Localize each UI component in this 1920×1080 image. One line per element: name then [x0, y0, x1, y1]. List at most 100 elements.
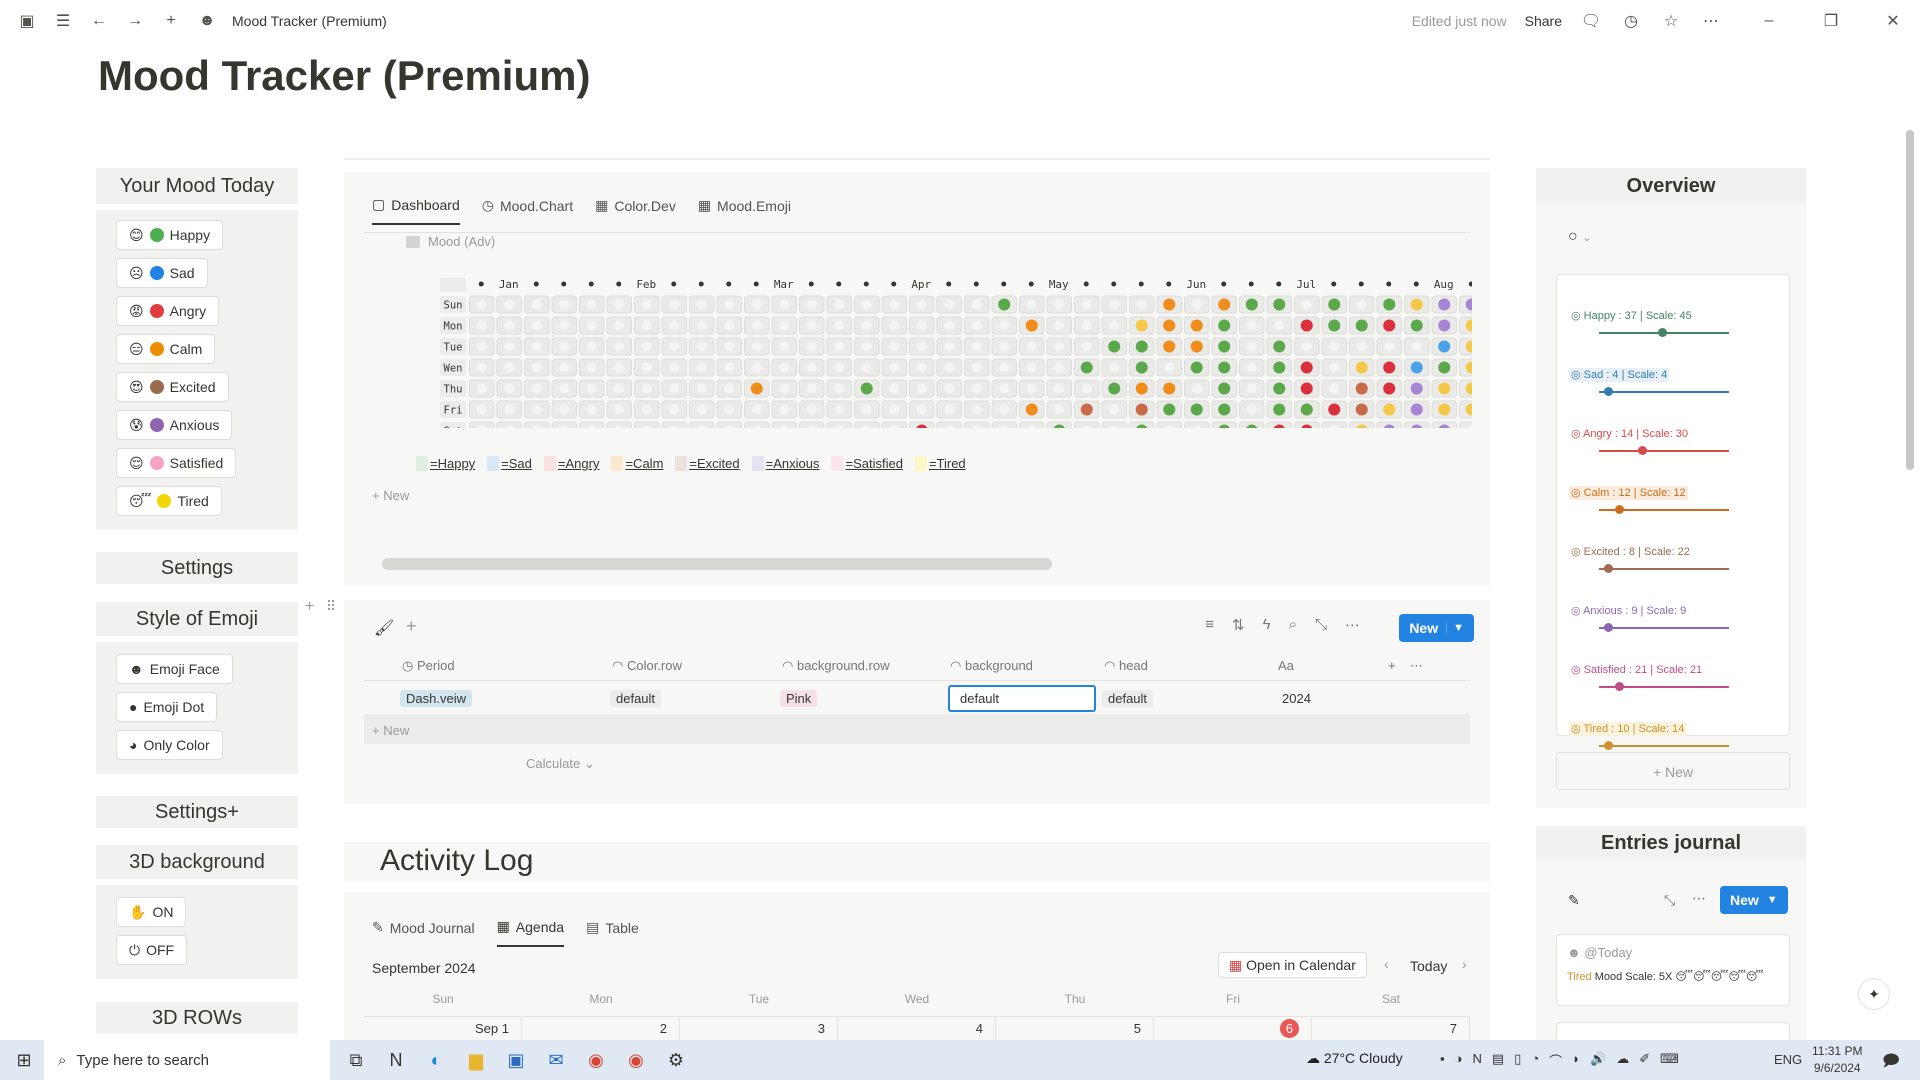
slider-knob[interactable]: [1604, 623, 1614, 632]
task-view-icon[interactable]: ⧉: [336, 1040, 376, 1080]
calendar-day-cell[interactable]: Sep 1: [364, 1017, 522, 1041]
slider-knob[interactable]: [1604, 741, 1614, 750]
filter-icon[interactable]: ≡: [1205, 616, 1214, 634]
chrome-profile-icon[interactable]: ◉: [616, 1040, 656, 1080]
comments-icon[interactable]: 🗨: [1580, 10, 1602, 32]
mood-option-satisfied[interactable]: 😌 Satisfied: [116, 448, 237, 478]
scale-slider[interactable]: [1599, 564, 1729, 573]
horizontal-scrollbar[interactable]: [382, 558, 1052, 570]
more-icon[interactable]: ⋯: [1700, 10, 1722, 32]
system-tray[interactable]: ▪ ◑ N ▤ ▯ ◔ ⌒ ◗ 🔊 ☁ ✐ ⌨: [1440, 1051, 1679, 1070]
history-icon[interactable]: ◷: [1620, 10, 1642, 32]
tab-mood-chart[interactable]: ◷ Mood.Chart: [482, 197, 573, 224]
prev-icon[interactable]: ‹: [1384, 956, 1389, 972]
weather-widget[interactable]: ☁ 27°C Cloudy: [1306, 1050, 1403, 1067]
breadcrumb-title[interactable]: Mood Tracker (Premium): [232, 13, 387, 29]
page-scrollbar[interactable]: [1906, 130, 1914, 470]
expand-journal-icon[interactable]: ⤡: [1664, 892, 1675, 909]
calendar-day-cell[interactable]: 2: [522, 1017, 680, 1041]
notion-taskbar-icon[interactable]: N: [376, 1040, 416, 1080]
slider-knob[interactable]: [1604, 387, 1614, 396]
more-options-icon[interactable]: ⋯: [1345, 616, 1360, 634]
chrome-icon[interactable]: ◉: [576, 1040, 616, 1080]
bg3d-option-on[interactable]: ✋ ON: [116, 897, 187, 927]
column-header[interactable]: ◠ head: [1104, 658, 1278, 674]
journal-more-icon[interactable]: ⋯: [1692, 890, 1706, 907]
journal-new-button[interactable]: New ▼: [1720, 886, 1788, 914]
add-column-icon[interactable]: +: [1388, 658, 1396, 673]
scale-slider[interactable]: [1599, 328, 1729, 337]
add-new-row[interactable]: + New: [372, 488, 409, 503]
automation-icon[interactable]: ϟ: [1263, 616, 1271, 634]
table-cell[interactable]: Pink: [780, 689, 948, 707]
table-add-row[interactable]: + New: [364, 714, 1470, 744]
slider-knob[interactable]: [1604, 564, 1614, 573]
calendar-day-cell[interactable]: 7: [1312, 1017, 1470, 1041]
ai-sparkle-icon[interactable]: ✦: [1858, 978, 1890, 1010]
close-window-icon[interactable]: ✕: [1882, 10, 1904, 32]
slider-knob[interactable]: [1657, 328, 1667, 337]
store-icon[interactable]: ▣: [496, 1040, 536, 1080]
favorite-icon[interactable]: ☆: [1660, 10, 1682, 32]
tab-agenda[interactable]: ▦ Agenda: [496, 918, 565, 947]
style-option-emoji-face[interactable]: ☻ Emoji Face: [116, 654, 233, 684]
table-cell[interactable]: Dash.veiw: [400, 689, 610, 707]
table-cell[interactable]: default: [1102, 689, 1276, 707]
mood-option-calm[interactable]: 😑 Calm: [116, 334, 216, 364]
bg3d-option-off[interactable]: ⏻ OFF: [116, 935, 188, 965]
calendar-day-cell[interactable]: 4: [838, 1017, 996, 1041]
file-explorer-icon[interactable]: ▆: [456, 1040, 496, 1080]
column-header[interactable]: Aa: [1278, 658, 1388, 674]
mood-option-tired[interactable]: 😴 Tired: [116, 486, 222, 516]
calendar-day-cell[interactable]: 5: [996, 1017, 1154, 1041]
add-block-icon[interactable]: +: [305, 598, 314, 616]
journal-entry-card-2[interactable]: [1556, 1022, 1790, 1040]
scale-slider[interactable]: [1599, 623, 1729, 632]
slider-knob[interactable]: [1614, 505, 1624, 514]
slider-knob[interactable]: [1638, 446, 1647, 455]
clock[interactable]: 11:31 PM 9/6/2024: [1812, 1043, 1862, 1077]
back-icon[interactable]: ←: [88, 10, 110, 32]
style-option-emoji-dot[interactable]: ● Emoji Dot: [116, 692, 218, 722]
mood-option-sad[interactable]: ☹ Sad: [116, 258, 208, 288]
brush-icon[interactable]: ✎: [1568, 892, 1580, 909]
scale-slider[interactable]: [1599, 682, 1729, 691]
tab-mood-emoji[interactable]: ▦ Mood.Emoji: [698, 197, 791, 224]
status-circle-icon[interactable]: ○ ⌄: [1568, 228, 1591, 246]
mood-option-anxious[interactable]: 😰 Anxious: [116, 410, 233, 440]
column-more-icon[interactable]: ⋯: [1410, 658, 1423, 673]
mood-option-excited[interactable]: 😍 Excited: [116, 372, 229, 402]
notification-icon[interactable]: 🗩: [1882, 1050, 1900, 1077]
sort-icon[interactable]: ⇅: [1232, 616, 1245, 634]
column-header[interactable]: ◠ Color.row: [612, 658, 782, 674]
paint-roller-icon[interactable]: 🖌: [374, 618, 394, 638]
table-row[interactable]: Dash.veiw default Pink default default 2024: [400, 682, 1386, 714]
search-icon[interactable]: ⌕: [1289, 616, 1297, 634]
new-page-icon[interactable]: +: [160, 10, 182, 32]
share-button[interactable]: Share: [1525, 13, 1562, 29]
journal-entry-card[interactable]: ☻ @Today Tired Mood Scale: 5X 😴😴😴😴😴: [1556, 934, 1790, 1006]
column-header[interactable]: ◠ background.row: [782, 658, 950, 674]
scale-slider[interactable]: [1599, 505, 1729, 514]
table-cell[interactable]: default: [948, 684, 1102, 712]
tab-table[interactable]: ▤ Table: [586, 919, 639, 946]
today-button[interactable]: Today: [1410, 958, 1447, 974]
settings-gear-icon[interactable]: ⚙: [656, 1040, 696, 1080]
next-icon[interactable]: ›: [1462, 956, 1467, 972]
notion-logo-icon[interactable]: ▣: [16, 10, 38, 32]
chevron-down-icon[interactable]: ▼: [1446, 622, 1464, 634]
overview-new-button[interactable]: + New: [1556, 752, 1790, 790]
language-indicator[interactable]: ENG: [1774, 1052, 1802, 1067]
tab-color-dev[interactable]: ▦ Color.Dev: [595, 197, 676, 224]
new-record-button[interactable]: New ▼: [1399, 614, 1474, 642]
forward-icon[interactable]: →: [124, 10, 146, 32]
table-cell[interactable]: 2024: [1276, 690, 1386, 707]
taskbar-search-input[interactable]: ⌕ Type here to search: [44, 1040, 330, 1080]
mood-option-angry[interactable]: 😡 Angry: [116, 296, 220, 326]
drag-handle-icon[interactable]: ⠿: [326, 598, 336, 615]
scale-slider[interactable]: [1599, 387, 1729, 396]
open-calendar-button[interactable]: ▦ Open in Calendar: [1218, 952, 1367, 978]
style-option-only-color[interactable]: ◕ Only Color: [116, 730, 223, 760]
calendar-day-cell[interactable]: 6: [1154, 1017, 1312, 1041]
slider-knob[interactable]: [1614, 682, 1624, 691]
